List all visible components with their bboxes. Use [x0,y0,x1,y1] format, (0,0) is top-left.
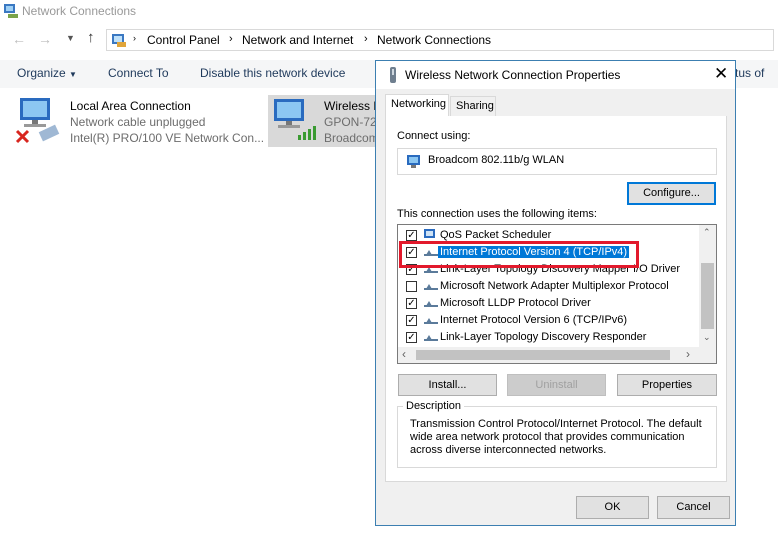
connection-device: Broadcom [324,131,379,145]
highlight-box [399,241,639,268]
close-icon[interactable]: ✕ [714,64,728,84]
scroll-up-icon[interactable]: ⌃ [703,227,711,238]
protocol-icon [424,335,438,341]
connection-status: GPON-72 [324,115,377,129]
organize-menu[interactable]: Organize ▼ [17,66,77,80]
disconnected-x-icon [15,129,30,144]
horizontal-scrollbar[interactable]: ‹ › [398,347,716,363]
recent-chevron-icon[interactable]: ▼ [66,33,75,43]
properties-button[interactable]: Properties [617,374,717,396]
breadcrumb-separator-icon: › [229,33,233,45]
tab-sharing[interactable]: Sharing [450,96,496,117]
breadcrumb-control-panel[interactable]: Control Panel [147,33,220,47]
qos-service-icon [424,229,435,238]
scrollbar-thumb[interactable] [701,263,714,329]
list-item-label: Internet Protocol Version 6 (TCP/IPv6) [440,314,628,326]
dialog-title: Wireless Network Connection Properties [405,68,621,82]
scroll-right-icon[interactable]: › [686,347,690,361]
checkbox[interactable]: ✓ [406,315,417,326]
chevron-down-icon: ▼ [69,70,77,79]
connection-device: Intel(R) PRO/100 VE Network Con... [70,131,265,145]
adapter-field: Broadcom 802.11b/g WLAN [397,148,717,175]
ok-button[interactable]: OK [576,496,649,519]
connection-name: Wireless N [324,99,383,113]
scroll-down-icon[interactable]: ⌄ [703,332,711,343]
network-adapter-icon [407,155,420,168]
list-item-label: Microsoft LLDP Protocol Driver [440,297,591,309]
checkbox[interactable]: ✓ [406,298,417,309]
tab-networking[interactable]: Networking [385,94,449,117]
protocol-icon [424,301,438,307]
checkbox[interactable]: ✓ [406,332,417,343]
up-arrow-icon[interactable]: ↑ [87,29,95,46]
address-bar[interactable]: › Control Panel › Network and Internet ›… [106,29,774,51]
uninstall-button[interactable]: Uninstall [507,374,606,396]
checkbox[interactable]: ✓ [406,230,417,241]
install-button[interactable]: Install... [398,374,497,396]
back-arrow-icon[interactable]: ← [12,31,26,47]
vertical-scrollbar[interactable]: ⌃ ⌄ [699,225,716,347]
control-panel-icon [112,34,126,47]
checkbox[interactable] [406,281,417,292]
protocol-icon [424,318,438,324]
wireless-network-adapter-icon [274,99,316,140]
list-item-label: Link-Layer Topology Discovery Responder [440,331,647,343]
connection-name: Local Area Connection [70,99,191,113]
window-title: Network Connections [22,4,137,18]
connection-status: Network cable unplugged [70,115,206,129]
scroll-left-icon[interactable]: ‹ [402,347,406,361]
breadcrumb-network-and-internet[interactable]: Network and Internet [242,33,353,47]
window-titlebar: Network Connections [0,0,778,24]
adapter-name: Broadcom 802.11b/g WLAN [428,154,565,166]
description-label: Description [403,400,465,412]
scrollbar-thumb[interactable] [416,350,670,360]
list-item-label: QoS Packet Scheduler [440,229,552,241]
configure-button[interactable]: Configure... [627,182,716,205]
protocol-icon [424,284,438,290]
forward-arrow-icon[interactable]: → [38,31,52,47]
breadcrumb-separator-icon: › [133,33,136,43]
cancel-button[interactable]: Cancel [657,496,730,519]
description-text: Transmission Control Protocol/Internet P… [410,418,702,456]
list-item-label: Microsoft Network Adapter Multiplexor Pr… [440,280,669,292]
breadcrumb-network-connections[interactable]: Network Connections [377,33,491,47]
status-command-overflow[interactable]: tus of [735,66,764,80]
breadcrumb-separator-icon: › [364,33,368,45]
network-connections-icon [4,4,18,18]
wireless-adapter-icon [390,67,396,83]
connect-to-button[interactable]: Connect To [108,66,169,80]
connect-using-label: Connect using: [397,130,471,142]
disable-device-button[interactable]: Disable this network device [200,66,345,80]
items-label: This connection uses the following items… [397,208,597,220]
